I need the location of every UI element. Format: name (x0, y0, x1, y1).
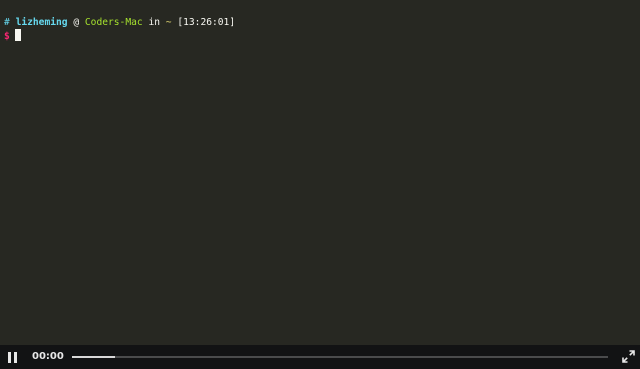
pause-icon (8, 352, 11, 363)
terminal-screen[interactable]: # lizheming @ Coders-Mac in ~ [13:26:01]… (0, 0, 640, 345)
prompt-time: [13:26:01] (177, 17, 236, 28)
playback-time: 00:00 (32, 351, 64, 362)
progress-fill (72, 356, 115, 358)
prompt-host: Coders-Mac (84, 17, 143, 28)
fullscreen-button[interactable] (622, 350, 635, 363)
fullscreen-icon (622, 350, 635, 363)
text-cursor (14, 29, 21, 41)
prompt-at: @ (73, 17, 80, 28)
pause-button[interactable] (6, 352, 18, 363)
prompt-hash: # (4, 17, 10, 28)
prompt-user: lizheming (15, 17, 68, 28)
prompt-in: in (148, 17, 160, 28)
control-bar: 00:00 (0, 345, 640, 369)
pause-icon-bar (14, 352, 17, 363)
progress-bar[interactable] (72, 355, 608, 359)
input-line: $ (0, 29, 640, 42)
prompt-dollar: $ (4, 31, 10, 42)
terminal-player: # lizheming @ Coders-Mac in ~ [13:26:01]… (0, 0, 640, 369)
progress-track (72, 356, 608, 358)
prompt-cwd: ~ (165, 17, 172, 28)
prompt-line: # lizheming @ Coders-Mac in ~ [13:26:01] (0, 16, 640, 29)
